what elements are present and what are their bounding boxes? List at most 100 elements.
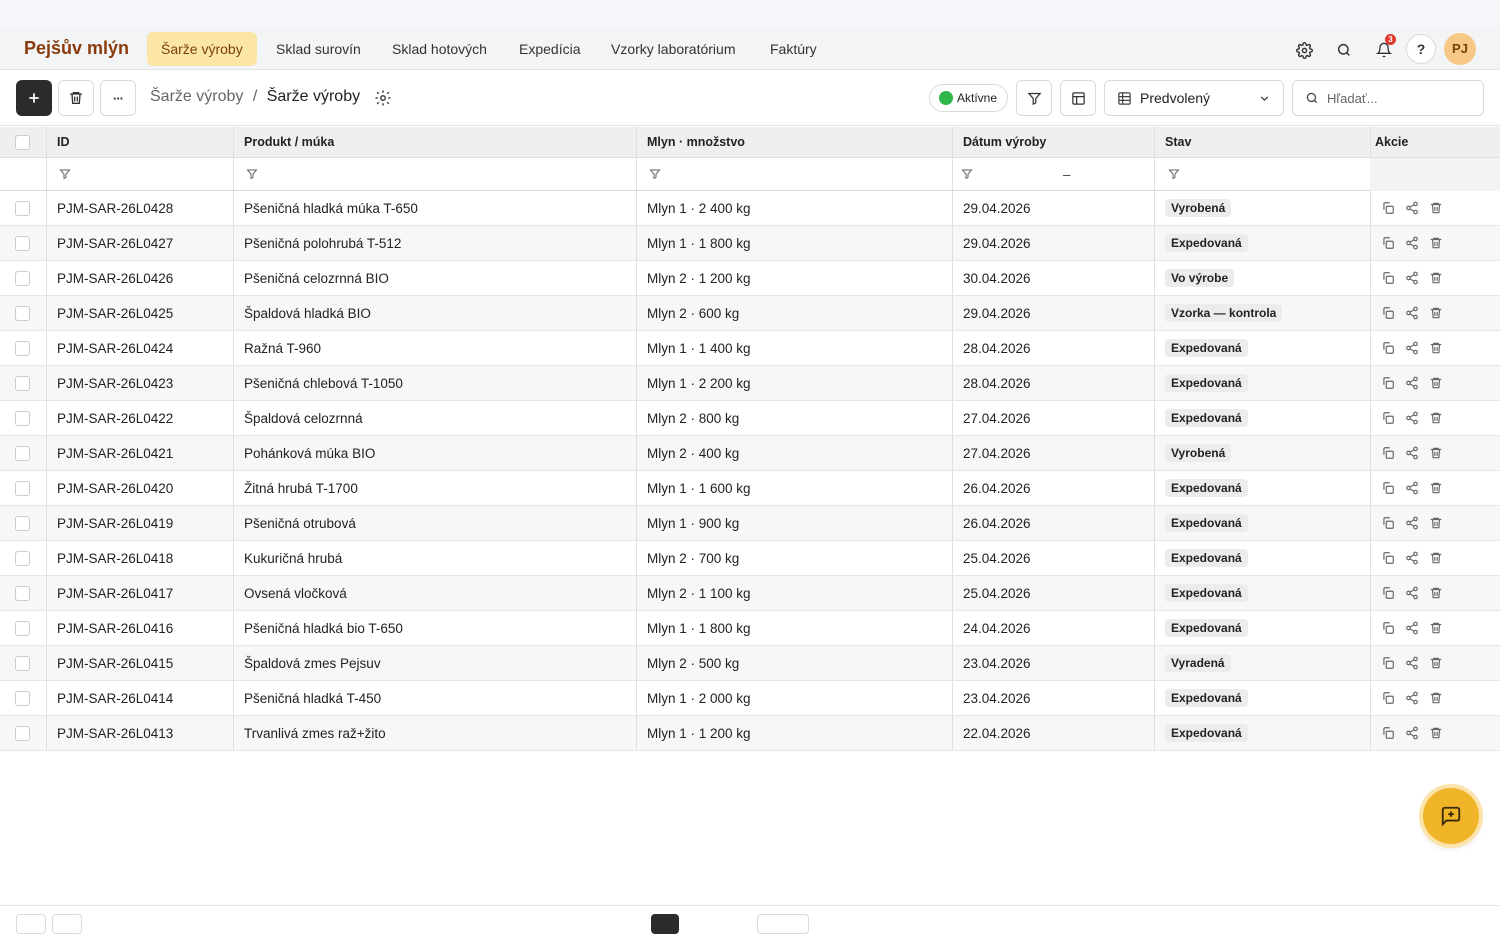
share-icon[interactable] <box>1405 481 1419 495</box>
table-row[interactable]: PJM-SAR-26L0421 Pohánková múka BIO Mlyn 2 … <box>0 436 1500 471</box>
breadcrumb-parent[interactable]: Šarže výroby <box>150 88 243 105</box>
add-button[interactable] <box>16 80 52 116</box>
trash-icon[interactable] <box>1429 271 1443 285</box>
copy-icon[interactable] <box>1381 341 1395 355</box>
row-checkbox[interactable] <box>15 375 30 391</box>
user-avatar[interactable]: PJ <box>1444 33 1476 65</box>
table-row[interactable]: PJM-SAR-26L0418 Kukuričná hrubá Mlyn 2 · 7… <box>0 541 1500 576</box>
copy-icon[interactable] <box>1381 236 1395 250</box>
copy-icon[interactable] <box>1381 306 1395 320</box>
trash-icon[interactable] <box>1429 586 1443 600</box>
page-size-select[interactable] <box>757 914 809 934</box>
table-row[interactable]: PJM-SAR-26L0428 Pšeničná hladká múka T-65… <box>0 191 1500 226</box>
trash-icon[interactable] <box>1429 726 1443 740</box>
row-checkbox[interactable] <box>15 725 30 741</box>
nav-tab-vzorky-laboratorium[interactable]: Vzorky laboratórium <box>597 32 750 66</box>
row-checkbox[interactable] <box>15 585 30 601</box>
trash-icon[interactable] <box>1429 656 1443 670</box>
brand-logo[interactable]: Pejšův mlýn <box>24 38 129 59</box>
share-icon[interactable] <box>1405 446 1419 460</box>
row-checkbox[interactable] <box>15 270 30 286</box>
nav-tab-sklad-surovin[interactable]: Sklad surovín <box>262 32 375 66</box>
copy-icon[interactable] <box>1381 551 1395 565</box>
column-header-mill[interactable]: Mlyn · množstvo <box>637 127 953 157</box>
delete-button[interactable] <box>58 80 94 116</box>
pagination-current-page[interactable] <box>651 914 679 934</box>
copy-icon[interactable] <box>1381 691 1395 705</box>
table-row[interactable]: PJM-SAR-26L0424 Ražná T-960 Mlyn 1 · 1 400… <box>0 331 1500 366</box>
nav-tab-faktury[interactable]: Faktúry <box>756 32 831 66</box>
search-input[interactable] <box>1327 90 1467 106</box>
row-checkbox[interactable] <box>15 655 30 671</box>
copy-icon[interactable] <box>1381 376 1395 390</box>
help-button[interactable]: ? <box>1406 34 1436 64</box>
copy-icon[interactable] <box>1381 621 1395 635</box>
copy-icon[interactable] <box>1381 201 1395 215</box>
trash-icon[interactable] <box>1429 446 1443 460</box>
row-checkbox[interactable] <box>15 550 30 566</box>
trash-icon[interactable] <box>1429 481 1443 495</box>
view-settings-gear-icon[interactable] <box>374 89 392 107</box>
filter-status[interactable] <box>1155 158 1371 190</box>
columns-layout-button[interactable] <box>1060 80 1096 116</box>
trash-icon[interactable] <box>1429 411 1443 425</box>
table-row[interactable]: PJM-SAR-26L0415 Špaldová zmes Pejsuv Mlyn … <box>0 646 1500 681</box>
table-row[interactable]: PJM-SAR-26L0427 Pšeničná polohrubá T-512 M… <box>0 226 1500 261</box>
status-filter-pill[interactable]: Aktívne <box>929 84 1009 112</box>
row-checkbox[interactable] <box>15 515 30 531</box>
share-icon[interactable] <box>1405 376 1419 390</box>
copy-icon[interactable] <box>1381 656 1395 670</box>
trash-icon[interactable] <box>1429 621 1443 635</box>
trash-icon[interactable] <box>1429 341 1443 355</box>
share-icon[interactable] <box>1405 341 1419 355</box>
copy-icon[interactable] <box>1381 516 1395 530</box>
row-checkbox[interactable] <box>15 200 30 216</box>
copy-icon[interactable] <box>1381 271 1395 285</box>
row-checkbox[interactable] <box>15 410 30 426</box>
notifications-bell-icon[interactable]: 3 <box>1371 34 1397 63</box>
column-header-product[interactable]: Produkt / múka <box>234 127 637 157</box>
filter-product[interactable] <box>234 158 637 190</box>
settings-icon[interactable] <box>1291 37 1317 63</box>
share-icon[interactable] <box>1405 621 1419 635</box>
table-row[interactable]: PJM-SAR-26L0414 Pšeničná hladká T-450 Mlyn… <box>0 681 1500 716</box>
table-row[interactable]: PJM-SAR-26L0426 Pšeničná celozrnná BIO Mly… <box>0 261 1500 296</box>
table-row[interactable]: PJM-SAR-26L0416 Pšeničná hladká bio T-650… <box>0 611 1500 646</box>
share-icon[interactable] <box>1405 586 1419 600</box>
more-actions-button[interactable]: ··· <box>100 80 136 116</box>
row-checkbox[interactable] <box>15 445 30 461</box>
copy-icon[interactable] <box>1381 446 1395 460</box>
pagination-first-button[interactable] <box>16 914 46 934</box>
copy-icon[interactable] <box>1381 726 1395 740</box>
nav-tab-sklad-hotovych[interactable]: Sklad hotových <box>378 32 501 66</box>
row-checkbox[interactable] <box>15 235 30 251</box>
share-icon[interactable] <box>1405 236 1419 250</box>
nav-tab-sarze-vyroby[interactable]: Šarže výroby <box>147 32 257 66</box>
share-icon[interactable] <box>1405 656 1419 670</box>
table-row[interactable]: PJM-SAR-26L0422 Špaldová celozrnná Mlyn 2 … <box>0 401 1500 436</box>
filter-button[interactable] <box>1016 80 1052 116</box>
feedback-chat-button[interactable] <box>1423 788 1479 844</box>
row-checkbox[interactable] <box>15 690 30 706</box>
filter-mill[interactable] <box>637 158 953 190</box>
trash-icon[interactable] <box>1429 691 1443 705</box>
share-icon[interactable] <box>1405 411 1419 425</box>
share-icon[interactable] <box>1405 551 1419 565</box>
select-all-checkbox[interactable] <box>15 134 30 150</box>
share-icon[interactable] <box>1405 691 1419 705</box>
table-row[interactable]: PJM-SAR-26L0420 Žitná hrubá T-1700 Mlyn 1 … <box>0 471 1500 506</box>
row-checkbox[interactable] <box>15 340 30 356</box>
copy-icon[interactable] <box>1381 586 1395 600</box>
column-header-date[interactable]: Dátum výroby <box>953 127 1155 157</box>
share-icon[interactable] <box>1405 726 1419 740</box>
row-checkbox[interactable] <box>15 620 30 636</box>
trash-icon[interactable] <box>1429 551 1443 565</box>
table-row[interactable]: PJM-SAR-26L0419 Pšeničná otrubová Mlyn 1 ·… <box>0 506 1500 541</box>
column-header-id[interactable]: ID <box>47 127 234 157</box>
share-icon[interactable] <box>1405 306 1419 320</box>
nav-tab-expedicia[interactable]: Expedícia <box>505 32 594 66</box>
share-icon[interactable] <box>1405 271 1419 285</box>
copy-icon[interactable] <box>1381 411 1395 425</box>
trash-icon[interactable] <box>1429 516 1443 530</box>
pagination-prev-button[interactable] <box>52 914 82 934</box>
